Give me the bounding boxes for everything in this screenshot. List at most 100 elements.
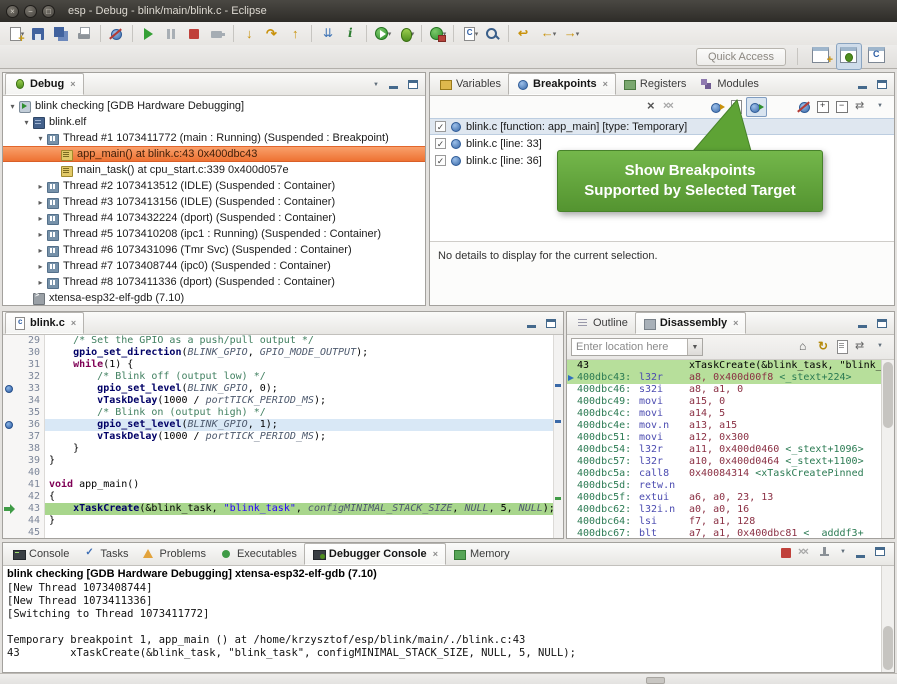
skip-all-breakpoints-view-button[interactable] — [795, 98, 814, 116]
resume-button[interactable] — [137, 24, 160, 44]
breakpoint-item[interactable]: ✓blink.c [function: app_main] [type: Tem… — [430, 118, 894, 135]
disassembly-content[interactable]: 43xTaskCreate(&blink_task, "blink_tas 400… — [567, 360, 894, 538]
close-tab-icon[interactable]: × — [70, 79, 75, 89]
location-combo[interactable]: Enter location here ▼ — [571, 338, 703, 356]
instruction-stepping-button[interactable] — [339, 24, 362, 44]
code-line[interactable]: gpio_set_level(BLINK_GPIO, 0); — [45, 383, 553, 395]
window-minimize-button[interactable]: − — [24, 5, 37, 18]
debug-perspective-button[interactable] — [836, 43, 862, 70]
disassembly-row[interactable]: 400dbc5f:extuia6, a0, 23, 13 — [567, 492, 894, 504]
breakpoint-marker[interactable] — [3, 383, 16, 395]
location-dropdown-icon[interactable]: ▼ — [687, 339, 702, 355]
last-edit-location-button[interactable] — [513, 24, 536, 44]
pin-console-button[interactable] — [815, 544, 834, 562]
minimize-view-icon[interactable] — [525, 317, 540, 331]
tab-tasks[interactable]: Tasks — [76, 543, 135, 565]
debug-button[interactable]: ▾ — [394, 24, 417, 44]
save-all-button[interactable] — [50, 24, 73, 44]
view-menu-icon[interactable] — [368, 78, 383, 92]
skip-all-breakpoints-button[interactable] — [105, 24, 128, 44]
current-line-annotation[interactable] — [555, 497, 561, 500]
external-tools-button[interactable]: ▾ — [426, 24, 449, 44]
code-line[interactable]: vTaskDelay(1000 / portTICK_PERIOD_MS); — [45, 431, 553, 443]
breakpoint-checkbox[interactable]: ✓ — [435, 155, 446, 166]
debug-tree-item[interactable]: xtensa-esp32-elf-gdb (7.10) — [3, 290, 425, 305]
debug-tree-item[interactable]: ▸Thread #4 1073432224 (dport) (Suspended… — [3, 210, 425, 226]
tab-blink-c[interactable]: blink.c× — [5, 312, 84, 334]
maximize-view-icon[interactable] — [406, 78, 421, 92]
twisty-icon[interactable]: ▸ — [35, 230, 46, 239]
tab-outline[interactable]: Outline — [569, 312, 635, 334]
disassembly-row[interactable]: 400dbc51:movia12, 0x300 — [567, 432, 894, 444]
tab-debugger-console[interactable]: Debugger Console× — [304, 543, 446, 565]
disconnect-button[interactable] — [206, 24, 229, 44]
code-line[interactable] — [45, 527, 553, 538]
show-source-button[interactable] — [833, 338, 852, 356]
disassembly-row[interactable]: 400dbc62:l32i.na0, a0, 16 — [567, 504, 894, 516]
jump-to-pc-button[interactable] — [795, 338, 814, 356]
window-close-button[interactable]: × — [6, 5, 19, 18]
maximize-console-button[interactable] — [872, 544, 891, 562]
maximize-view-icon[interactable] — [875, 78, 890, 92]
maximize-view-icon[interactable] — [875, 317, 890, 331]
disassembly-row[interactable]: 400dbc64:lsif7, a1, 128 — [567, 516, 894, 528]
remove-selected-breakpoints-button[interactable] — [642, 98, 661, 116]
tab-modules[interactable]: Modules — [693, 73, 766, 95]
disassembly-row[interactable]: 43xTaskCreate(&blink_task, "blink_tas — [567, 360, 894, 372]
twisty-icon[interactable]: ▾ — [21, 118, 32, 127]
new-c-file-button[interactable]: ▾ — [458, 24, 481, 44]
code-line[interactable]: void app_main() — [45, 479, 553, 491]
quick-access-button[interactable]: Quick Access — [696, 48, 786, 66]
forward-button[interactable]: ▾ — [559, 24, 582, 44]
scrollbar-thumb[interactable] — [883, 362, 893, 428]
debug-tree-item[interactable]: ▸Thread #3 1073413156 (IDLE) (Suspended … — [3, 194, 425, 210]
search-button[interactable] — [481, 24, 504, 44]
suspend-button[interactable] — [160, 24, 183, 44]
minimize-console-button[interactable] — [853, 544, 872, 562]
tab-disassembly[interactable]: Disassembly× — [635, 312, 747, 334]
debug-tree-item[interactable]: app_main() at blink.c:43 0x400dbc43 — [3, 146, 425, 162]
go-to-file-for-breakpoint-button[interactable] — [727, 98, 746, 116]
minimize-view-icon[interactable] — [856, 78, 871, 92]
disassembly-row[interactable]: 400dbc67:blta7, a1, 0x400dbc81 <__adddf3… — [567, 528, 894, 538]
breakpoint-annotation[interactable] — [555, 384, 561, 387]
code-editor[interactable]: 29 /* Set the GPIO as a push/pull output… — [3, 335, 563, 538]
code-line[interactable]: while(1) { — [45, 359, 553, 371]
twisty-icon[interactable]: ▸ — [35, 198, 46, 207]
code-line[interactable]: } — [45, 443, 553, 455]
code-line[interactable]: /* Blink off (output low) */ — [45, 371, 553, 383]
close-tab-icon[interactable]: × — [71, 318, 76, 328]
new-wizard-button[interactable]: ▾ — [4, 24, 27, 44]
debug-tree-item[interactable]: ▸Thread #8 1073411336 (dport) (Suspended… — [3, 274, 425, 290]
remove-all-terminated-button[interactable] — [796, 544, 815, 562]
tab-problems[interactable]: Problems — [135, 543, 212, 565]
disassembly-row[interactable]: 400dbc4e:mov.na13, a15 — [567, 420, 894, 432]
sash-gripper[interactable] — [646, 677, 665, 684]
terminate-console-button[interactable] — [777, 544, 796, 562]
debug-tree-item[interactable]: ▾blink.elf — [3, 114, 425, 130]
minimize-view-icon[interactable] — [387, 78, 402, 92]
remove-all-breakpoints-button[interactable] — [661, 98, 680, 116]
minimize-view-icon[interactable] — [856, 317, 871, 331]
tab-executables[interactable]: Executables — [213, 543, 304, 565]
code-line[interactable]: /* Set the GPIO as a push/pull output */ — [45, 335, 553, 347]
twisty-icon[interactable]: ▸ — [35, 262, 46, 271]
tab-debug[interactable]: Debug× — [5, 73, 84, 95]
expand-all-button[interactable] — [814, 98, 833, 116]
maximize-view-icon[interactable] — [544, 317, 559, 331]
show-breakpoints-for-selection-button[interactable] — [708, 98, 727, 116]
print-button[interactable] — [73, 24, 96, 44]
console-scrollbar[interactable] — [881, 566, 894, 672]
twisty-icon[interactable]: ▸ — [35, 214, 46, 223]
step-into-button[interactable] — [238, 24, 261, 44]
code-line[interactable]: xTaskCreate(&blink_task, "blink_task", c… — [45, 503, 553, 515]
debug-tree-item[interactable]: ▸Thread #2 1073413512 (IDLE) (Suspended … — [3, 178, 425, 194]
breakpoint-checkbox[interactable]: ✓ — [435, 138, 446, 149]
terminate-button[interactable] — [183, 24, 206, 44]
debug-tree-item[interactable]: ▸Thread #6 1073431096 (Tmr Svc) (Suspend… — [3, 242, 425, 258]
disassembly-menu-button[interactable] — [871, 338, 890, 356]
twisty-icon[interactable]: ▾ — [7, 102, 18, 111]
collapse-all-button[interactable] — [833, 98, 852, 116]
code-line[interactable]: } — [45, 455, 553, 467]
console-view-menu-button[interactable] — [834, 544, 853, 562]
